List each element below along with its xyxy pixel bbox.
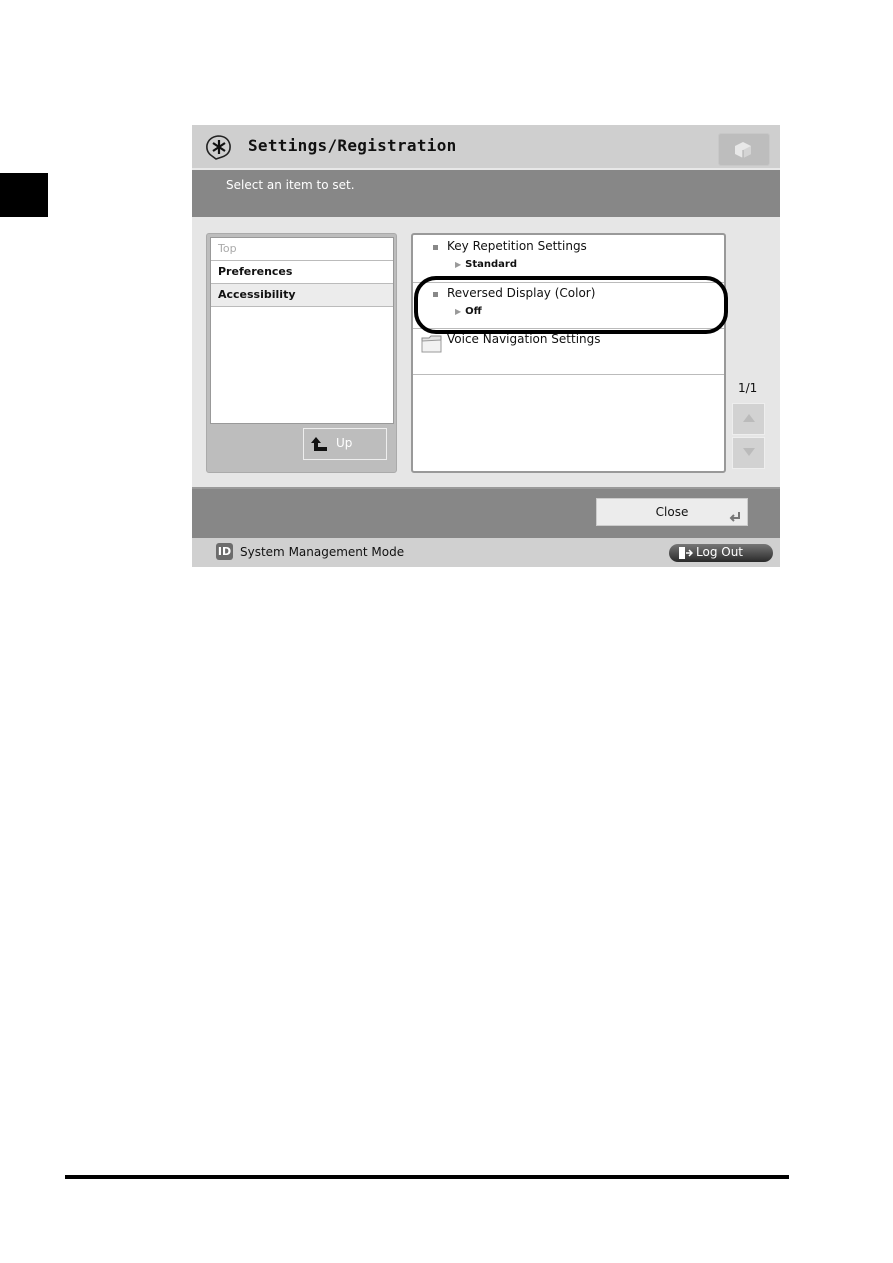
setting-value-text: Standard <box>465 259 518 270</box>
top-right-button[interactable] <box>718 133 770 166</box>
settings-list: Key Repetition Settings ▶ Standard Revers… <box>411 233 726 473</box>
message-bar: Select an item to set. <box>192 170 780 217</box>
bullet-icon <box>433 245 438 250</box>
nav-item-accessibility[interactable]: Accessibility <box>211 284 393 307</box>
chapter-tab <box>0 173 48 217</box>
navigation-panel: Top Preferences Accessibility Up <box>206 233 397 473</box>
arrow-up-icon <box>743 414 755 422</box>
footer-rule <box>65 1175 789 1179</box>
up-button[interactable]: Up <box>303 428 387 460</box>
arrow-down-icon <box>743 448 755 456</box>
device-screen: Settings/Registration Select an item to … <box>192 125 780 567</box>
id-badge-icon: ID <box>216 543 233 560</box>
logout-label: Log Out <box>696 545 744 559</box>
action-bar: Close <box>192 487 780 538</box>
mode-label: System Management Mode <box>240 545 405 559</box>
settings-asterisk-icon <box>206 135 231 160</box>
setting-value: ▶ Standard <box>455 259 517 270</box>
logout-button[interactable]: Log Out <box>669 544 773 562</box>
setting-label: Key Repetition Settings <box>447 239 587 253</box>
close-button[interactable]: Close <box>596 498 748 526</box>
enter-icon <box>729 512 740 522</box>
setting-voice-navigation[interactable]: Voice Navigation Settings <box>413 328 724 375</box>
highlight-callout <box>414 276 728 334</box>
title-bar: Settings/Registration <box>192 125 780 170</box>
close-label: Close <box>655 505 689 519</box>
scroll-up-button[interactable] <box>732 403 765 435</box>
triangle-right-icon: ▶ <box>455 260 462 269</box>
up-label: Up <box>336 436 353 450</box>
scroll-down-button[interactable] <box>732 437 765 469</box>
breadcrumb-list: Top Preferences Accessibility <box>210 237 394 424</box>
status-bar: ID System Management Mode Log Out <box>192 538 780 567</box>
page-indicator: 1/1 <box>738 381 758 395</box>
page-title: Settings/Registration <box>248 136 457 155</box>
up-arrow-icon <box>311 437 327 451</box>
logout-door-icon <box>679 547 693 559</box>
instruction-text: Select an item to set. <box>226 178 355 192</box>
nav-item-preferences[interactable]: Preferences <box>211 261 393 284</box>
nav-item-top: Top <box>211 238 393 261</box>
setting-label: Voice Navigation Settings <box>447 332 601 346</box>
folder-icon <box>421 335 442 353</box>
cube-icon <box>735 142 751 158</box>
